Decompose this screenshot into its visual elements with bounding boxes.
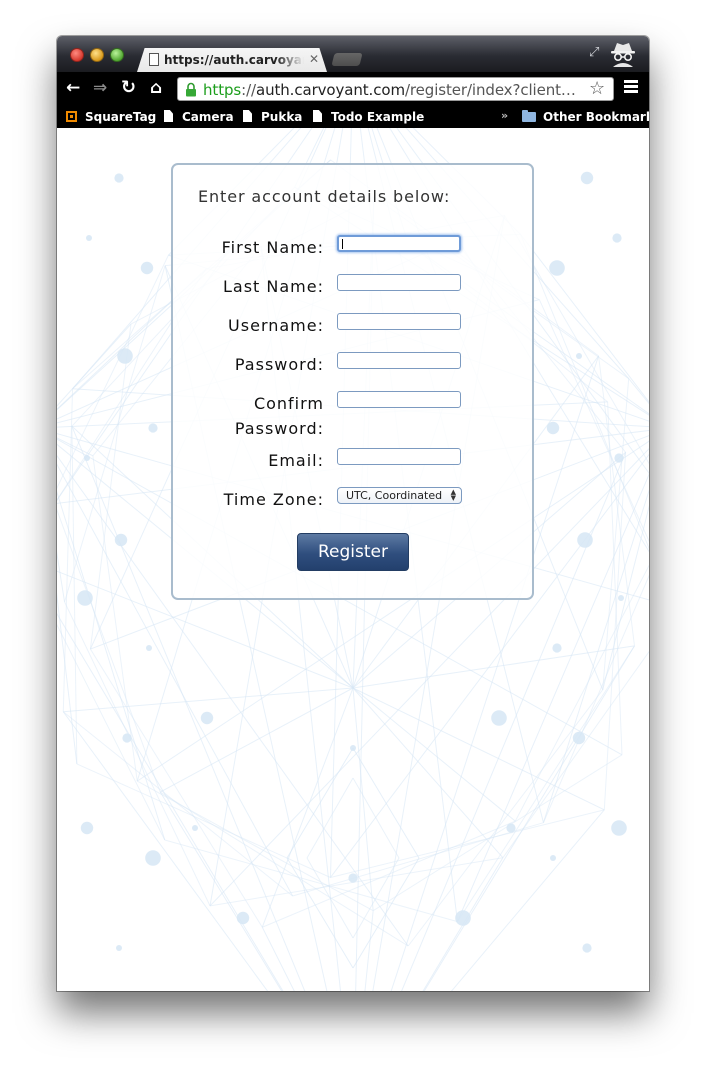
back-button[interactable]: ← xyxy=(66,78,80,98)
tab-strip: https://auth.carvoyant.com ✕ ⤢ xyxy=(57,36,649,72)
last-name-input[interactable] xyxy=(337,274,461,291)
page-icon xyxy=(149,53,159,66)
address-bar[interactable]: https://auth.carvoyant.com/register/inde… xyxy=(177,77,614,101)
username-input[interactable] xyxy=(337,313,461,330)
url-separator: :// xyxy=(241,81,256,99)
bookmark-label: Pukka xyxy=(261,110,303,124)
confirm-password-label: Confirm Password: xyxy=(184,391,324,441)
menu-icon[interactable] xyxy=(624,80,638,95)
timezone-label: Time Zone: xyxy=(223,490,324,509)
url-host: auth.carvoyant.com xyxy=(255,81,405,99)
bookmark-pukka[interactable]: Pukka xyxy=(243,109,302,125)
page-icon xyxy=(164,110,173,122)
last-name-label: Last Name: xyxy=(222,277,324,296)
squaretag-icon xyxy=(66,111,77,122)
lock-icon xyxy=(186,82,196,97)
window-maximize-button[interactable] xyxy=(110,48,124,62)
bookmark-label: Camera xyxy=(182,110,234,124)
bookmark-label: Other Bookmarks xyxy=(543,110,649,124)
email-input[interactable] xyxy=(337,448,461,465)
page-viewport: Enter account details below: First Name:… xyxy=(57,128,649,991)
reload-button[interactable]: ↻ xyxy=(121,78,136,98)
bookmark-star-icon[interactable]: ☆ xyxy=(589,78,605,100)
select-arrows-icon: ▲ ▼ xyxy=(450,488,456,502)
window-close-button[interactable] xyxy=(70,48,84,62)
confirm-password-label-line2: Password: xyxy=(234,419,324,438)
first-name-label: First Name: xyxy=(221,238,324,257)
bookmarks-bar: SquareTag Camera Pukka Todo Example » Ot… xyxy=(57,106,649,128)
url-scheme: https xyxy=(203,81,242,99)
registration-form: Enter account details below: First Name:… xyxy=(171,163,534,600)
browser-window: https://auth.carvoyant.com ✕ ⤢ ← ⇒ ↻ ⌂ h… xyxy=(57,36,649,991)
timezone-select[interactable]: UTC, Coordinated ▲ ▼ xyxy=(337,487,462,504)
incognito-icon xyxy=(611,43,635,67)
new-tab-button[interactable] xyxy=(331,53,363,66)
username-label: Username: xyxy=(228,316,324,335)
bookmark-camera[interactable]: Camera xyxy=(164,109,234,125)
form-intro: Enter account details below: xyxy=(198,187,451,206)
home-button[interactable]: ⌂ xyxy=(150,78,162,98)
text-caret xyxy=(342,239,343,249)
timezone-selected-value: UTC, Coordinated xyxy=(346,489,443,502)
bookmark-label: Todo Example xyxy=(331,110,425,124)
url-text[interactable]: https://auth.carvoyant.com/register/inde… xyxy=(203,81,583,99)
page-icon xyxy=(313,110,322,122)
bookmark-squaretag[interactable]: SquareTag xyxy=(66,109,156,125)
first-name-input[interactable] xyxy=(337,235,461,252)
password-input[interactable] xyxy=(337,352,461,369)
bookmarks-overflow-icon[interactable]: » xyxy=(501,109,508,122)
url-path: /register/index?client_id=... xyxy=(404,81,583,99)
browser-toolbar: ← ⇒ ↻ ⌂ https://auth.carvoyant.com/regis… xyxy=(57,72,649,106)
window-minimize-button[interactable] xyxy=(90,48,104,62)
tab-active[interactable]: https://auth.carvoyant.com ✕ xyxy=(137,48,327,72)
register-button[interactable]: Register xyxy=(297,533,409,571)
forward-button[interactable]: ⇒ xyxy=(93,78,107,98)
email-label: Email: xyxy=(268,451,324,470)
bookmark-todo-example[interactable]: Todo Example xyxy=(313,109,424,125)
tab-title: https://auth.carvoyant.com xyxy=(164,53,304,67)
bookmark-label: SquareTag xyxy=(85,110,157,124)
confirm-password-input[interactable] xyxy=(337,391,461,408)
password-label: Password: xyxy=(234,355,324,374)
tab-close-icon[interactable]: ✕ xyxy=(309,51,319,67)
page-icon xyxy=(243,110,252,122)
bookmark-other-bookmarks[interactable]: Other Bookmarks xyxy=(522,109,649,125)
fullscreen-icon[interactable]: ⤢ xyxy=(589,45,599,60)
folder-icon xyxy=(522,110,536,122)
confirm-password-label-line1: Confirm xyxy=(253,394,324,413)
